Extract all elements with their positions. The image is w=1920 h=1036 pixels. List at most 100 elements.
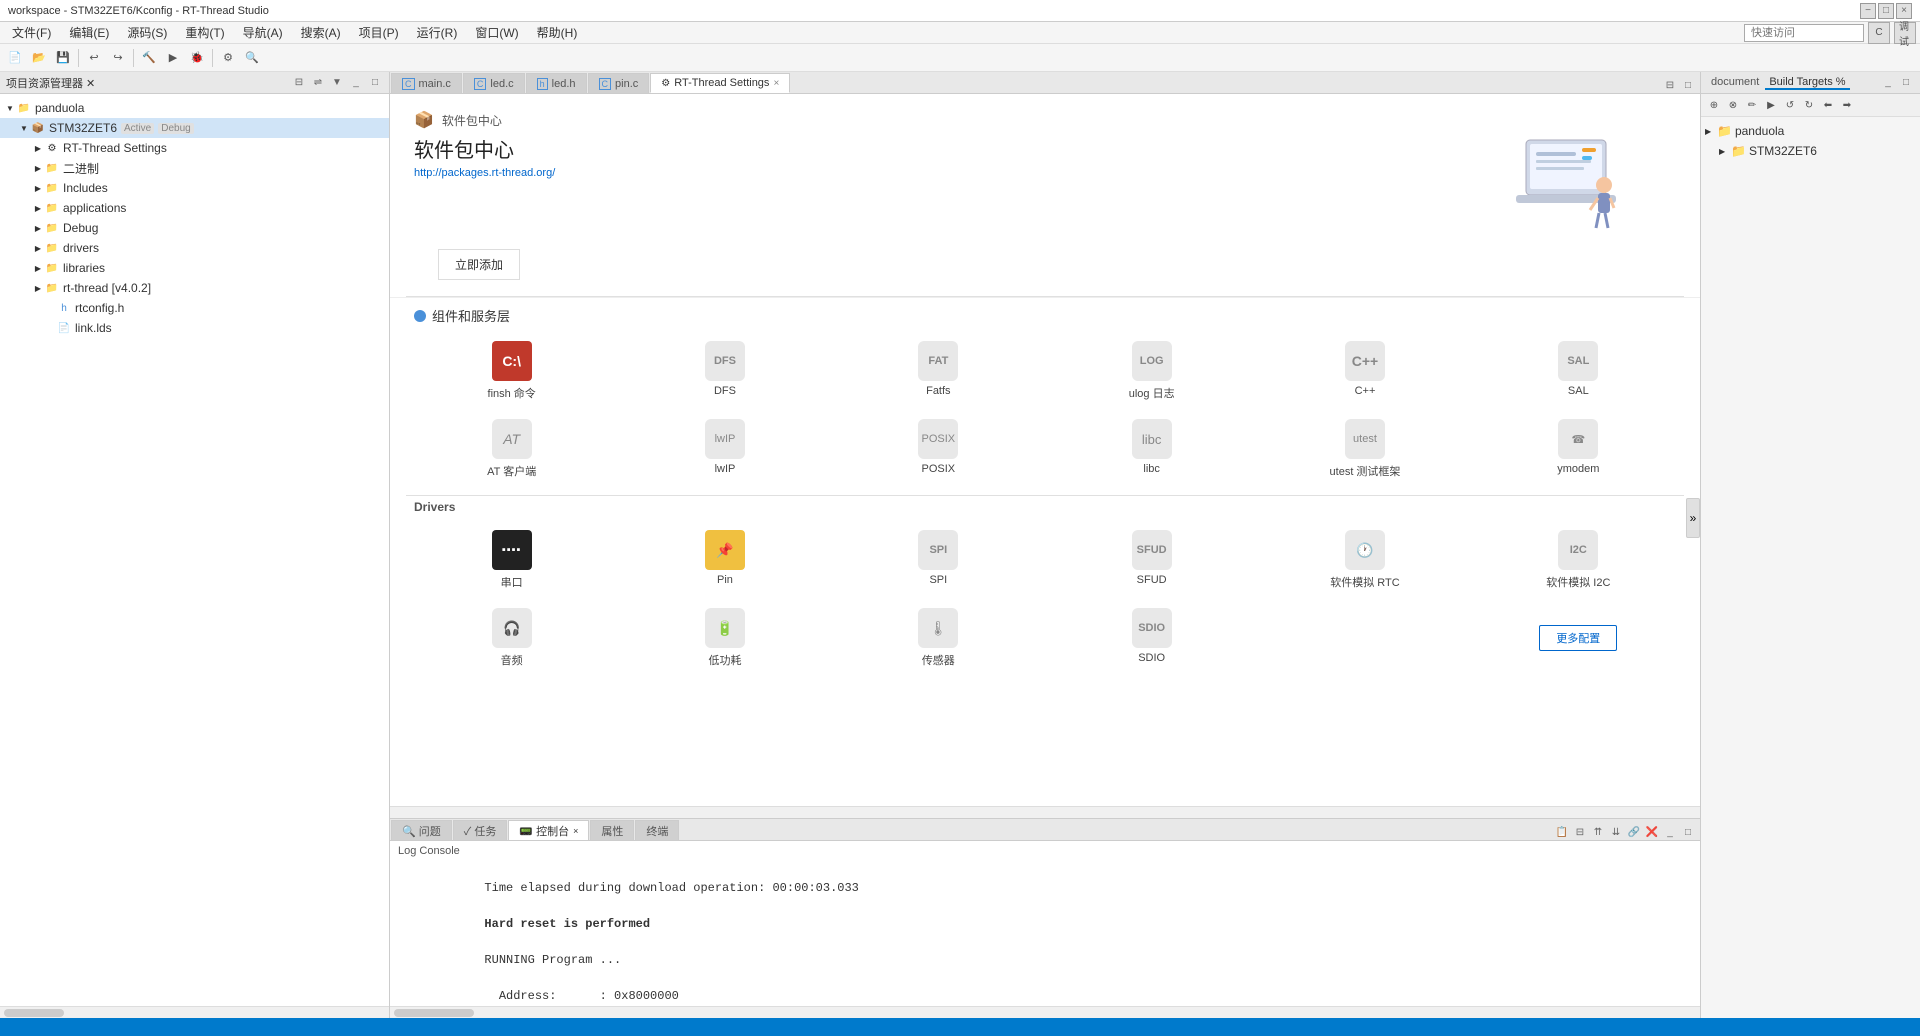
right-tree-stm32[interactable]: ▶ 📁 STM32ZET6 bbox=[1701, 141, 1920, 161]
right-tree-panduola[interactable]: ▶ 📁 panduola bbox=[1701, 121, 1920, 141]
save-button[interactable]: 💾 bbox=[52, 47, 74, 69]
document-tab[interactable]: document bbox=[1707, 76, 1763, 90]
pkg-item-pin[interactable]: 📌 Pin bbox=[619, 522, 830, 598]
pkg-item-lwip[interactable]: lwIP lwIP bbox=[619, 411, 830, 487]
tab-close-rt-settings[interactable]: × bbox=[773, 78, 779, 89]
pkg-item-at[interactable]: AT AT 客户端 bbox=[406, 411, 617, 487]
menu-project[interactable]: 项目(P) bbox=[351, 22, 407, 43]
pkg-item-audio[interactable]: 🎧 音频 bbox=[406, 600, 617, 676]
tab-rt-settings[interactable]: ⚙ RT-Thread Settings × bbox=[650, 73, 790, 93]
tab-led-c[interactable]: C led.c bbox=[463, 73, 525, 93]
pkg-url[interactable]: http://packages.rt-thread.org/ bbox=[414, 167, 555, 179]
add-pkg-button[interactable]: 立即添加 bbox=[438, 249, 520, 280]
redo-button[interactable]: ↪ bbox=[107, 47, 129, 69]
pkg-item-posix[interactable]: POSIX POSIX bbox=[833, 411, 1044, 487]
tab-led-h[interactable]: h led.h bbox=[526, 73, 587, 93]
maximize-button[interactable]: □ bbox=[1878, 3, 1894, 19]
pkg-item-libc[interactable]: libc libc bbox=[1046, 411, 1257, 487]
menu-window[interactable]: 窗口(W) bbox=[467, 22, 526, 43]
rpt-icon-2[interactable]: ⊗ bbox=[1724, 96, 1742, 114]
menu-navigate[interactable]: 导航(A) bbox=[235, 22, 291, 43]
minimize-bottom-icon[interactable]: _ bbox=[1662, 824, 1678, 840]
maximize-editor-icon[interactable]: □ bbox=[1680, 77, 1696, 93]
pkg-item-sal[interactable]: SAL SAL bbox=[1473, 333, 1684, 409]
console-toolbar-2[interactable]: ⊟ bbox=[1572, 824, 1588, 840]
rpt-icon-7[interactable]: ⬅ bbox=[1819, 96, 1837, 114]
console-toolbar-1[interactable]: 📋 bbox=[1554, 824, 1570, 840]
tree-item-stm32[interactable]: ▼ 📦 STM32ZET6 Active Debug bbox=[0, 118, 389, 138]
pkg-item-spi[interactable]: SPI SPI bbox=[833, 522, 1044, 598]
right-maximize-icon[interactable]: □ bbox=[1898, 75, 1914, 91]
console-toolbar-4[interactable]: ⇊ bbox=[1608, 824, 1624, 840]
console-toolbar-6[interactable]: ❌ bbox=[1644, 824, 1660, 840]
tree-item-debug-folder[interactable]: ▶ 📁 Debug bbox=[0, 218, 389, 238]
bottom-tab-console[interactable]: 📟 控制台 × bbox=[508, 820, 589, 840]
tab-pin-c[interactable]: C pin.c bbox=[588, 73, 650, 93]
tree-item-applications[interactable]: ▶ 📁 applications bbox=[0, 198, 389, 218]
settings-button[interactable]: ⚙ bbox=[217, 47, 239, 69]
maximize-bottom-icon[interactable]: □ bbox=[1680, 824, 1696, 840]
pkg-item-lowpwr[interactable]: 🔋 低功耗 bbox=[619, 600, 830, 676]
menu-help[interactable]: 帮助(H) bbox=[529, 22, 586, 43]
debug-button[interactable]: 🐞 bbox=[186, 47, 208, 69]
build-button[interactable]: 🔨 bbox=[138, 47, 160, 69]
search-toolbar-button[interactable]: 🔍 bbox=[241, 47, 263, 69]
tree-item-drivers[interactable]: ▶ 📁 drivers bbox=[0, 238, 389, 258]
close-button[interactable]: × bbox=[1896, 3, 1912, 19]
view-menu-icon[interactable]: ▼ bbox=[329, 75, 345, 91]
collapse-all-icon[interactable]: ⊟ bbox=[291, 75, 307, 91]
menu-refactor[interactable]: 重构(T) bbox=[177, 22, 232, 43]
right-panel-collapse-btn[interactable]: » bbox=[1686, 498, 1700, 538]
pkg-item-ymodem[interactable]: ☎ ymodem bbox=[1473, 411, 1684, 487]
rpt-icon-4[interactable]: ▶ bbox=[1762, 96, 1780, 114]
build-targets-tab[interactable]: Build Targets % bbox=[1765, 76, 1849, 90]
more-config-button[interactable]: 更多配置 bbox=[1539, 625, 1617, 651]
tree-item-linklds[interactable]: ▶ 📄 link.lds bbox=[0, 318, 389, 338]
open-button[interactable]: 📂 bbox=[28, 47, 50, 69]
right-minimize-icon[interactable]: _ bbox=[1880, 75, 1896, 91]
pkg-item-ulog[interactable]: LOG ulog 日志 bbox=[1046, 333, 1257, 409]
pkg-item-serial[interactable]: ▪▪▪▪ 串口 bbox=[406, 522, 617, 598]
minimize-panel-icon[interactable]: _ bbox=[348, 75, 364, 91]
c-icon[interactable]: C bbox=[1868, 22, 1890, 44]
pkg-item-i2c[interactable]: I2C 软件模拟 I2C bbox=[1473, 522, 1684, 598]
console-toolbar-5[interactable]: 🔗 bbox=[1626, 824, 1642, 840]
new-button[interactable]: 📄 bbox=[4, 47, 26, 69]
rpt-icon-3[interactable]: ✏ bbox=[1743, 96, 1761, 114]
tree-item-rtconfig[interactable]: ▶ h rtconfig.h bbox=[0, 298, 389, 318]
link-with-editor-icon[interactable]: ⇌ bbox=[310, 75, 326, 91]
pkg-item-rtc[interactable]: 🕐 软件模拟 RTC bbox=[1259, 522, 1470, 598]
minimize-button[interactable]: − bbox=[1860, 3, 1876, 19]
tune-icon[interactable]: 调试 bbox=[1894, 22, 1916, 44]
tree-item-includes[interactable]: ▶ 📁 Includes bbox=[0, 178, 389, 198]
bottom-tab-tasks[interactable]: ✓ 任务 bbox=[453, 820, 508, 840]
pkg-item-cpp[interactable]: C++ C++ bbox=[1259, 333, 1470, 409]
pkg-item-sensor[interactable]: 🌡 传感器 bbox=[833, 600, 1044, 676]
pkg-item-fatfs[interactable]: FAT Fatfs bbox=[833, 333, 1044, 409]
pkg-item-finsh[interactable]: C:\ finsh 命令 bbox=[406, 333, 617, 409]
tree-item-libraries[interactable]: ▶ 📁 libraries bbox=[0, 258, 389, 278]
pkg-item-utest[interactable]: utest utest 测试框架 bbox=[1259, 411, 1470, 487]
console-scrollbar-h[interactable] bbox=[390, 1006, 1700, 1018]
console-close-icon[interactable]: × bbox=[573, 826, 578, 836]
undo-button[interactable]: ↩ bbox=[83, 47, 105, 69]
rpt-icon-6[interactable]: ↻ bbox=[1800, 96, 1818, 114]
bottom-tab-terminal[interactable]: 终端 bbox=[635, 820, 679, 840]
run-button[interactable]: ▶ bbox=[162, 47, 184, 69]
tree-item-panduola[interactable]: ▼ 📁 panduola bbox=[0, 98, 389, 118]
tree-item-settings[interactable]: ▶ ⚙ RT-Thread Settings bbox=[0, 138, 389, 158]
view-list-icon[interactable]: ⊟ bbox=[1662, 77, 1678, 93]
left-scrollbar-h[interactable] bbox=[0, 1006, 389, 1018]
menu-file[interactable]: 文件(F) bbox=[4, 22, 59, 43]
bottom-tab-problems[interactable]: 🔍 问题 bbox=[391, 820, 452, 840]
menu-run[interactable]: 运行(R) bbox=[409, 22, 466, 43]
menu-edit[interactable]: 编辑(E) bbox=[61, 22, 117, 43]
tree-item-rtthread[interactable]: ▶ 📁 rt-thread [v4.0.2] bbox=[0, 278, 389, 298]
quick-access-input[interactable] bbox=[1744, 24, 1864, 42]
bottom-tab-properties[interactable]: 属性 bbox=[590, 820, 634, 840]
menu-source[interactable]: 源码(S) bbox=[119, 22, 175, 43]
rpt-icon-5[interactable]: ↺ bbox=[1781, 96, 1799, 114]
rpt-icon-1[interactable]: ⊕ bbox=[1705, 96, 1723, 114]
tree-item-binary[interactable]: ▶ 📁 二进制 bbox=[0, 158, 389, 178]
pkg-item-sdio[interactable]: SDIO SDIO bbox=[1046, 600, 1257, 676]
